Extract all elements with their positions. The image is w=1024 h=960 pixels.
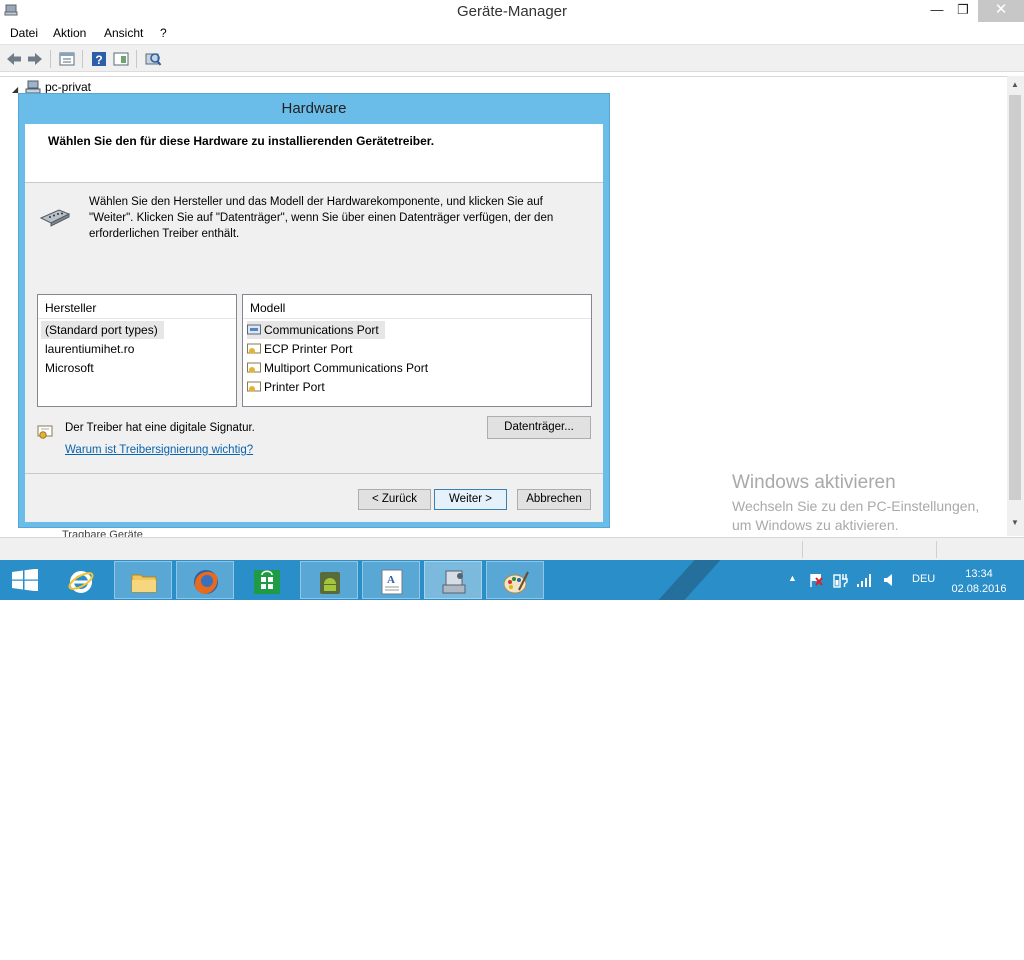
- manufacturer-list[interactable]: Hersteller (Standard port types) laurent…: [37, 294, 237, 407]
- scan-hardware-icon[interactable]: [144, 50, 162, 68]
- status-bar: [0, 537, 1024, 560]
- dialog-divider: [25, 473, 603, 474]
- signature-status: Der Treiber hat eine digitale Signatur.: [65, 422, 255, 434]
- list-item-model[interactable]: Multiport Communications Port: [247, 359, 428, 377]
- start-button-windows-icon[interactable]: [11, 569, 39, 591]
- maximize-button[interactable]: ❐: [948, 0, 978, 22]
- model-label: Multiport Communications Port: [264, 361, 429, 375]
- model-header: Modell: [243, 295, 591, 319]
- certified-driver-icon: [247, 381, 261, 392]
- dialog-header: Wählen Sie den für diese Hardware zu ins…: [25, 124, 603, 183]
- internet-explorer-icon: [68, 571, 94, 593]
- battery-power-icon[interactable]: [832, 571, 850, 589]
- manufacturer-header: Hersteller: [38, 295, 236, 319]
- cancel-button[interactable]: Abbrechen: [517, 489, 591, 510]
- input-language-indicator[interactable]: DEU: [912, 573, 935, 585]
- device-manager-icon: [442, 570, 466, 594]
- toolbar: ?: [0, 44, 1024, 72]
- have-disk-button[interactable]: Datenträger...: [487, 416, 591, 439]
- port-icon: [247, 324, 261, 335]
- model-label: Communications Port: [264, 323, 379, 337]
- volume-speaker-icon[interactable]: [882, 572, 898, 588]
- status-separator: [802, 541, 803, 558]
- help-icon[interactable]: ?: [90, 50, 108, 68]
- toolbar-separator: [50, 50, 51, 68]
- clock-time: 13:34: [965, 568, 993, 580]
- list-item-manufacturer[interactable]: Microsoft: [41, 359, 94, 377]
- taskbar-internet-explorer[interactable]: [52, 561, 110, 599]
- taskbar-store[interactable]: [238, 561, 296, 599]
- dialog-description: Wählen Sie den Hersteller und das Modell…: [89, 196, 554, 240]
- watermark-title: Windows aktivieren: [732, 472, 896, 493]
- model-label: ECP Printer Port: [264, 342, 353, 356]
- system-clock[interactable]: 13:34 02.08.2016: [948, 567, 1010, 597]
- clock-date: 02.08.2016: [951, 583, 1007, 595]
- tree-root-pc[interactable]: pc-privat: [45, 80, 91, 94]
- dialog-heading: Wählen Sie den für diese Hardware zu ins…: [48, 134, 435, 148]
- show-hide-icon[interactable]: [112, 50, 130, 68]
- scroll-down-icon[interactable]: ▼: [1011, 518, 1019, 527]
- taskbar-wordpad[interactable]: A: [362, 561, 420, 599]
- menu-bar: Datei Aktion Ansicht ?: [0, 23, 1024, 44]
- dialog-body: Wählen Sie den für diese Hardware zu ins…: [25, 124, 603, 522]
- digital-signature-icon: [37, 425, 53, 439]
- title-bar: Geräte-Manager — ❐ ✕: [0, 0, 1024, 23]
- list-item-manufacturer[interactable]: (Standard port types): [41, 321, 164, 339]
- file-explorer-icon: [131, 574, 157, 593]
- back-button[interactable]: < Zurück: [358, 489, 431, 510]
- certified-driver-icon: [247, 362, 261, 373]
- activation-watermark: Windows aktivieren Wechseln Sie zu den P…: [732, 472, 979, 535]
- vertical-scrollbar[interactable]: ▲ ▼: [1007, 76, 1024, 536]
- watermark-line-2: um Windows zu aktivieren.: [732, 517, 899, 533]
- network-signal-icon[interactable]: [856, 572, 874, 588]
- model-label: Printer Port: [264, 380, 325, 394]
- svg-text:A: A: [387, 574, 395, 586]
- android-icon: [320, 572, 340, 594]
- taskbar-file-explorer[interactable]: [114, 561, 172, 599]
- toolbar-separator: [82, 50, 83, 68]
- taskbar-decoration: [640, 560, 730, 600]
- toolbar-separator: [136, 50, 137, 68]
- window-title: Geräte-Manager: [456, 3, 568, 20]
- next-button[interactable]: Weiter >: [434, 489, 507, 510]
- certified-driver-icon: [247, 343, 261, 354]
- forward-arrow-icon[interactable]: [26, 50, 44, 68]
- list-item-model[interactable]: Communications Port: [247, 321, 385, 339]
- list-item-manufacturer[interactable]: laurentiumihet.ro: [41, 340, 134, 358]
- taskbar: A ▲ DEU 13:34 02.08.2016: [0, 560, 1024, 600]
- signature-info-link[interactable]: Warum ist Treibersignierung wichtig?: [65, 444, 253, 456]
- paint-icon: [503, 571, 529, 594]
- taskbar-firefox[interactable]: [176, 561, 234, 599]
- taskbar-device-manager[interactable]: [424, 561, 482, 599]
- wordpad-icon: A: [381, 569, 403, 595]
- taskbar-paint[interactable]: [486, 561, 544, 599]
- computer-icon: [25, 80, 41, 94]
- properties-icon[interactable]: [58, 50, 76, 68]
- store-icon: [254, 570, 280, 594]
- firefox-icon: [194, 570, 218, 594]
- taskbar-android[interactable]: [300, 561, 358, 599]
- scrollbar-thumb[interactable]: [1009, 95, 1021, 500]
- action-center-flag-icon[interactable]: [808, 572, 824, 588]
- menu-ansicht[interactable]: Ansicht: [104, 26, 143, 40]
- close-button[interactable]: ✕: [978, 0, 1024, 22]
- list-item-model[interactable]: ECP Printer Port: [247, 340, 352, 358]
- hardware-dialog: Hardware Wählen Sie den für diese Hardwa…: [18, 93, 610, 528]
- model-list[interactable]: Modell Communications Port ECP Printer P…: [242, 294, 592, 407]
- port-connector-icon: [39, 209, 71, 227]
- menu-datei[interactable]: Datei: [10, 26, 38, 40]
- back-arrow-icon[interactable]: [5, 50, 23, 68]
- scroll-up-icon[interactable]: ▲: [1011, 80, 1019, 89]
- menu-help[interactable]: ?: [160, 26, 167, 40]
- watermark-line-1: Wechseln Sie zu den PC-Einstellungen,: [732, 498, 980, 514]
- dialog-title: Hardware: [281, 100, 347, 117]
- status-separator: [936, 541, 937, 558]
- menu-aktion[interactable]: Aktion: [53, 26, 86, 40]
- tray-overflow-chevron-icon[interactable]: ▲: [788, 573, 797, 583]
- svg-text:?: ?: [95, 53, 102, 67]
- list-item-model[interactable]: Printer Port: [247, 378, 325, 396]
